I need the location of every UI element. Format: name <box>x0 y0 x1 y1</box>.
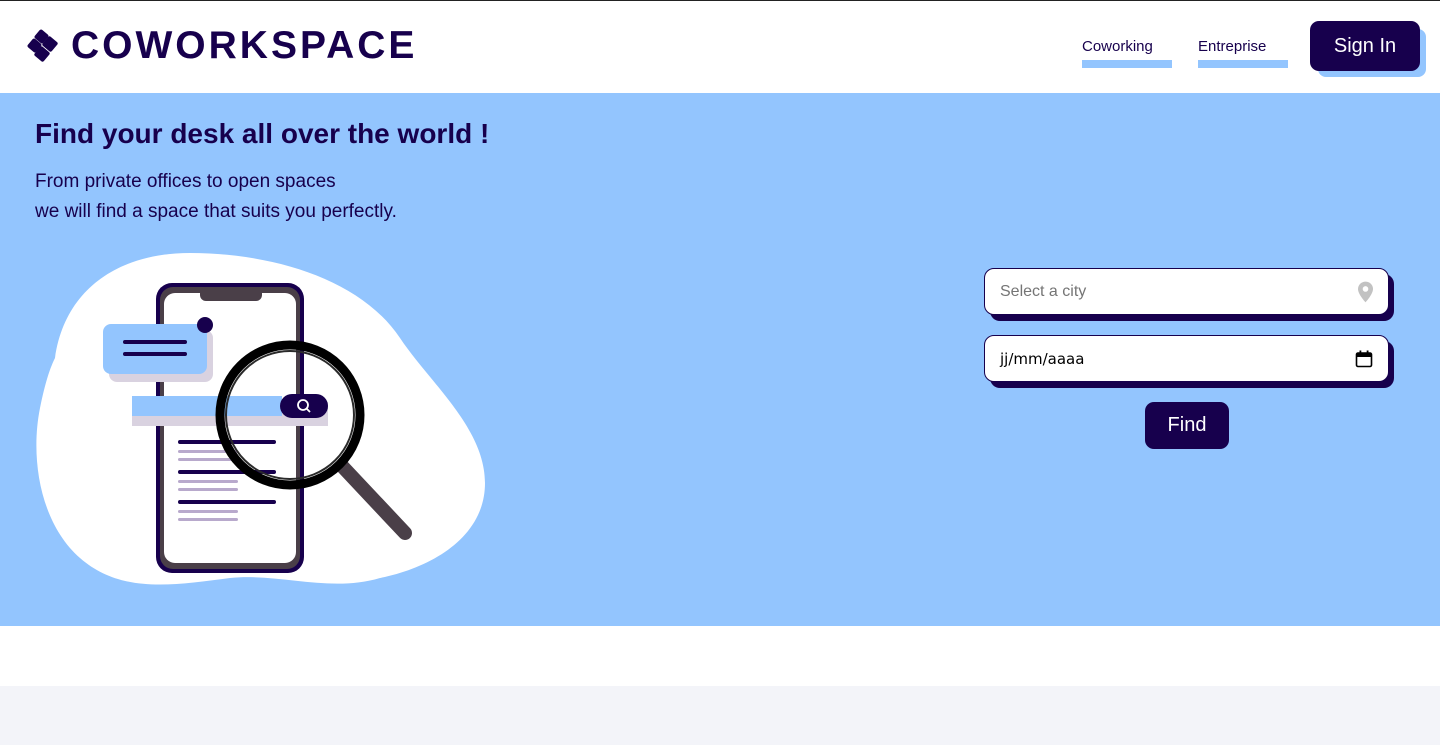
cube-cluster-icon <box>27 29 58 62</box>
nav-entreprise-link[interactable]: Entreprise <box>1198 38 1266 55</box>
signin-button[interactable]: Sign In <box>1310 21 1420 71</box>
phone-search-illustration <box>36 253 486 585</box>
nav-coworking-link[interactable]: Coworking <box>1082 38 1153 55</box>
brand-name: COWORKSPACE <box>71 24 418 67</box>
date-field[interactable]: jj/mm/aaaa <box>984 335 1389 382</box>
hero-title: Find your desk all over the world ! <box>35 118 490 149</box>
calendar-icon[interactable] <box>1355 350 1373 368</box>
find-button[interactable]: Find <box>1145 402 1229 449</box>
map-pin-icon <box>1357 281 1373 302</box>
city-input[interactable] <box>1000 282 1350 301</box>
nav-coworking-underline <box>1082 60 1172 68</box>
nav-entreprise-underline <box>1198 60 1288 68</box>
city-select-field[interactable] <box>984 268 1389 315</box>
hero-subtitle-line1: From private offices to open spaces <box>35 171 336 192</box>
hero-section: Find your desk all over the world ! From… <box>0 93 1440 626</box>
site-header: COWORKSPACE Coworking Entreprise Sign In <box>0 1 1440 93</box>
section-spacer <box>0 626 1440 686</box>
hero-subtitle-line2: we will find a space that suits you perf… <box>35 201 397 222</box>
date-input[interactable]: jj/mm/aaaa <box>1000 350 1355 368</box>
brand-logo[interactable]: COWORKSPACE <box>27 24 418 67</box>
hero-subtitle: From private offices to open spaces we w… <box>35 167 397 227</box>
